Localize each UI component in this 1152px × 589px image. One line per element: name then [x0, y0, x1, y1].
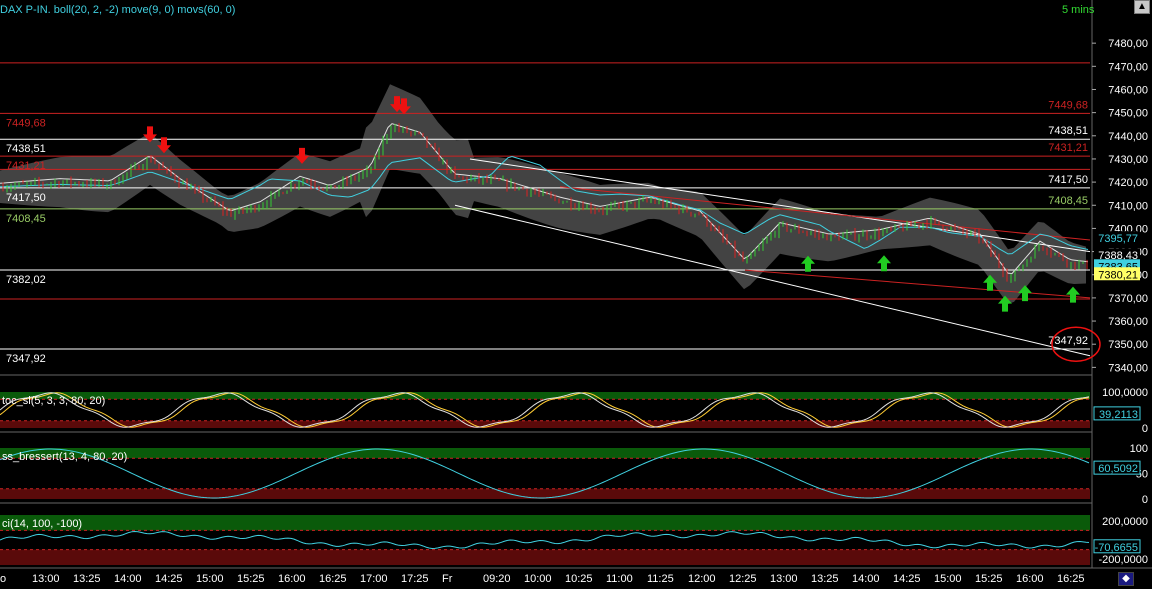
navigate-icon[interactable]: ◆ — [1118, 572, 1134, 586]
level-label-right: 7449,68 — [1048, 99, 1088, 111]
panel-tick-label: -200,0000 — [1098, 554, 1148, 566]
level-label-right: 7438,51 — [1048, 125, 1088, 137]
panel-tick-label: 0 — [1142, 494, 1148, 506]
time-tick-label: 17:25 — [401, 573, 429, 585]
price-label: 7380,21 — [1098, 269, 1138, 281]
y-tick-label: 7370,00 — [1108, 293, 1148, 305]
level-label-left: 7408,45 — [6, 213, 46, 225]
y-tick-label: 7460,00 — [1108, 84, 1148, 96]
y-tick-label: 7480,00 — [1108, 38, 1148, 50]
timeframe-label: 5 mins — [1062, 4, 1094, 16]
y-tick-label: 7340,00 — [1108, 362, 1148, 374]
overbought-zone — [0, 515, 1090, 530]
overbought-zone — [0, 448, 1090, 458]
time-tick-label: 11:25 — [647, 573, 674, 585]
time-tick-label: 09:20 — [483, 573, 511, 585]
instrument-title: DAX P-IN. — [0, 4, 51, 16]
y-tick-label: 7410,00 — [1108, 200, 1148, 212]
panel-tick-label: 0 — [1142, 423, 1148, 435]
level-label-left: 7431,21 — [6, 160, 46, 172]
time-tick-label: 10:00 — [524, 573, 552, 585]
panel-label: ci(14, 100, -100) — [2, 518, 82, 530]
level-label-right: 7417,50 — [1048, 174, 1088, 186]
time-tick-label: 13:00 — [770, 573, 798, 585]
y-tick-label: 7360,00 — [1108, 316, 1148, 328]
time-tick-label: 15:25 — [237, 573, 265, 585]
y-tick-label: 7470,00 — [1108, 61, 1148, 73]
y-tick-label: 7350,00 — [1108, 339, 1148, 351]
y-tick-label: 7440,00 — [1108, 131, 1148, 143]
level-label-left: 7382,02 — [6, 274, 46, 286]
price-label: 7395,77 — [1098, 233, 1138, 245]
panel-tick-label: 100 — [1130, 443, 1148, 455]
time-tick-label: 11:00 — [606, 573, 633, 585]
time-tick-label: 13:00 — [32, 573, 60, 585]
time-tick-label: 16:25 — [1057, 573, 1085, 585]
time-tick-label: 12:25 — [729, 573, 757, 585]
panel-label: ss_bressert(13, 4, 80, 20) — [2, 451, 127, 463]
level-label-left: 7438,51 — [6, 143, 46, 155]
oversold-zone — [0, 550, 1090, 565]
panel-tick-label: 200,0000 — [1102, 516, 1148, 528]
time-tick-label: 16:00 — [1016, 573, 1044, 585]
y-tick-label: 7420,00 — [1108, 177, 1148, 189]
oversold-zone — [0, 421, 1090, 428]
level-label-right: 7408,45 — [1048, 195, 1088, 207]
level-label-left: 7449,68 — [6, 117, 46, 129]
time-tick-label: 15:00 — [196, 573, 224, 585]
time-tick-label: 14:25 — [893, 573, 921, 585]
time-tick-label: 13:25 — [811, 573, 839, 585]
level-label-left: 7347,92 — [6, 353, 46, 365]
time-tick-label: 14:25 — [155, 573, 183, 585]
last-value-label: -70,6655 — [1095, 542, 1138, 554]
last-value-label: 60,5092 — [1098, 463, 1138, 475]
time-tick-label: 15:25 — [975, 573, 1003, 585]
y-tick-label: 7430,00 — [1108, 154, 1148, 166]
scroll-up-button[interactable]: ▲ — [1134, 0, 1150, 14]
time-tick-label: 12:00 — [688, 573, 716, 585]
indicator-list: boll(20, 2, -2) move(9, 0) movs(60, 0) — [54, 4, 236, 16]
time-tick-label: 14:00 — [852, 573, 880, 585]
level-label-left: 7417,50 — [6, 192, 46, 204]
y-tick-label: 7450,00 — [1108, 108, 1148, 120]
time-tick-label: 15:00 — [934, 573, 962, 585]
time-tick-label: 13:25 — [73, 573, 101, 585]
level-label-right: 7431,21 — [1048, 142, 1088, 154]
time-tick-label: Fr — [442, 573, 453, 585]
time-tick-label: 17:00 — [360, 573, 388, 585]
time-tick-label: 16:00 — [278, 573, 306, 585]
time-tick-label: o — [0, 573, 6, 585]
panel-tick-label: 100,0000 — [1102, 387, 1148, 399]
panel-label: toc_sl(5, 3, 3, 80, 20) — [2, 395, 105, 407]
time-tick-label: 14:00 — [114, 573, 142, 585]
indicator-header: DAX P-IN. boll(20, 2, -2) move(9, 0) mov… — [0, 4, 235, 16]
chart-background — [0, 0, 1152, 589]
last-value-label: 39,2113 — [1099, 409, 1138, 421]
trading-chart[interactable]: 7449,68 7449,68 7438,51 7438,51 7431,21 7431,… — [0, 0, 1152, 589]
time-tick-label: 16:25 — [319, 573, 347, 585]
time-tick-label: 10:25 — [565, 573, 593, 585]
